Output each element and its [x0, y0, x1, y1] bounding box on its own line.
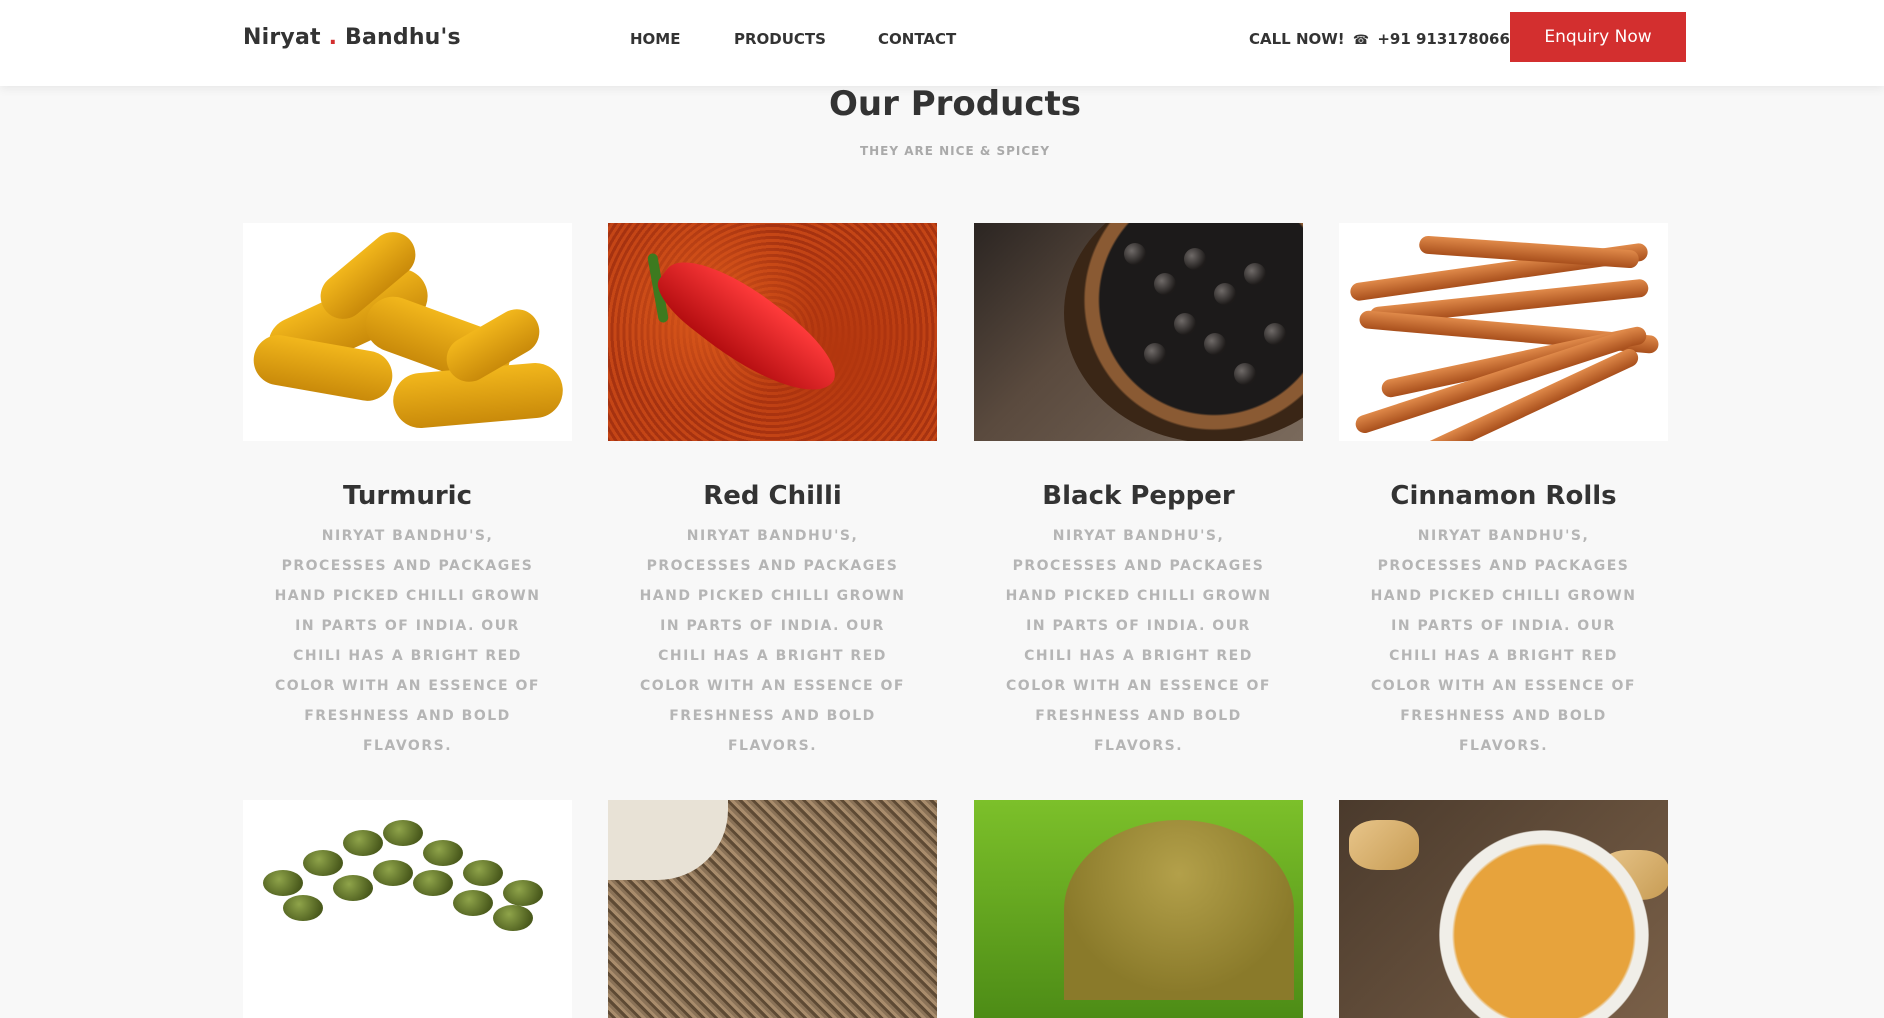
phone-number: +91 9131780660 [1377, 30, 1521, 48]
nav-products-link[interactable]: PRODUCTS [734, 30, 826, 48]
product-card-cinnamon-rolls[interactable]: Cinnamon Rolls NIRYAT BANDHU'S, PROCESSE… [1339, 223, 1668, 761]
section-subtitle: THEY ARE NICE & SPICEY [859, 144, 1051, 158]
black-pepper-image [974, 223, 1303, 441]
turmeric-image [243, 223, 572, 441]
brand-name-part1: Niryat [243, 25, 321, 50]
product-description: NIRYAT BANDHU'S, PROCESSES AND PACKAGES … [274, 528, 541, 754]
nav-home-link[interactable]: HOME [630, 30, 680, 48]
product-card-cumin[interactable] [608, 800, 937, 1018]
section-title: Our Products [829, 84, 1081, 124]
red-chilli-image [608, 223, 937, 441]
product-name: Turmuric [343, 481, 472, 511]
coriander-powder-image [974, 800, 1303, 1018]
brand-logo[interactable]: Niryat . Bandhu's [243, 25, 461, 50]
product-card-black-pepper[interactable]: Black Pepper NIRYAT BANDHU'S, PROCESSES … [974, 223, 1303, 761]
cinnamon-image [1339, 223, 1668, 441]
product-card-red-chilli[interactable]: Red Chilli NIRYAT BANDHU'S, PROCESSES AN… [608, 223, 937, 761]
cumin-image [608, 800, 937, 1018]
enquiry-now-button[interactable]: Enquiry Now [1510, 12, 1686, 62]
nav-contact-link[interactable]: CONTACT [878, 30, 956, 48]
product-card-cardamom[interactable] [243, 800, 572, 1018]
brand-name-part2: Bandhu's [345, 25, 461, 50]
product-description: NIRYAT BANDHU'S, PROCESSES AND PACKAGES … [1005, 528, 1272, 754]
call-now[interactable]: CALL NOW! ☎ +91 9131780660 [1249, 30, 1520, 48]
product-description: NIRYAT BANDHU'S, PROCESSES AND PACKAGES … [639, 528, 906, 754]
ginger-powder-image [1339, 800, 1668, 1018]
product-card-turmeric[interactable]: Turmuric NIRYAT BANDHU'S, PROCESSES AND … [243, 223, 572, 761]
top-navbar: Niryat . Bandhu's HOME PRODUCTS CONTACT … [0, 0, 1884, 86]
product-name: Red Chilli [703, 481, 842, 511]
product-card-ginger[interactable] [1339, 800, 1668, 1018]
brand-dot: . [328, 25, 338, 50]
call-now-label: CALL NOW! [1249, 30, 1345, 48]
product-description: NIRYAT BANDHU'S, PROCESSES AND PACKAGES … [1370, 528, 1637, 754]
phone-icon: ☎ [1352, 33, 1370, 48]
product-card-coriander[interactable] [974, 800, 1303, 1018]
product-name: Black Pepper [1042, 481, 1235, 511]
product-name: Cinnamon Rolls [1390, 481, 1617, 511]
cardamom-image [243, 800, 572, 1018]
